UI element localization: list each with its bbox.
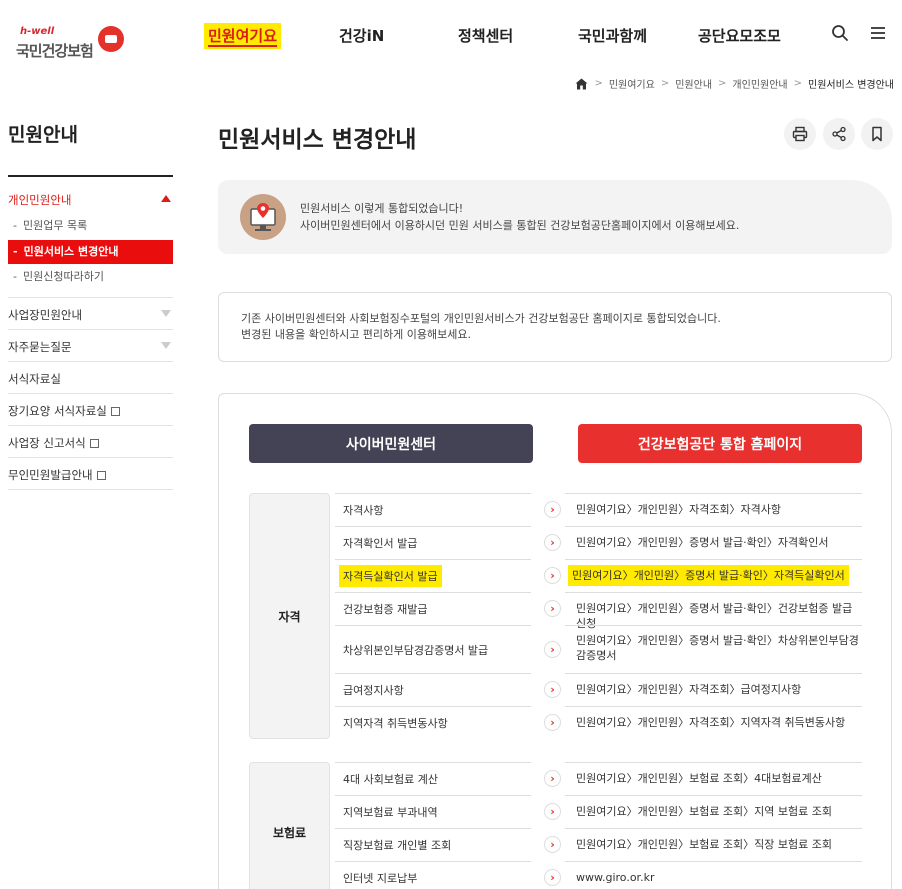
arrow-right-icon: ›: [544, 641, 561, 658]
notice-banner: 민원서비스 이렇게 통합되었습니다! 사이버민원센터에서 이용하시던 민원 서비…: [218, 180, 892, 254]
table-row: 지역자격 취득변동사항 › 민원여기요〉개인민원〉자격조회〉지역자격 취득변동사…: [335, 706, 862, 739]
service-name: 자격사항: [343, 504, 384, 517]
service-name: 자격확인서 발급: [343, 537, 418, 550]
service-name: 건강보험증 재발급: [343, 603, 428, 616]
nav-item-health-in[interactable]: 건강iN: [339, 25, 384, 51]
print-button[interactable]: [784, 118, 816, 150]
table-row: 4대 사회보험료 계산 › 민원여기요〉개인민원〉보험료 조회〉4대보험료계산: [335, 762, 862, 795]
service-name: 4대 사회보험료 계산: [343, 773, 438, 786]
logo-text: 국민건강보험: [16, 42, 94, 60]
service-path-link[interactable]: 민원여기요〉개인민원〉자격조회〉지역자격 취득변동사항: [576, 715, 860, 730]
caret-up-icon: [161, 195, 171, 202]
chevron-right-icon: >: [594, 78, 603, 89]
breadcrumb-item[interactable]: 민원여기요: [609, 76, 655, 91]
arrow-right-icon: ›: [544, 803, 561, 820]
arrow-right-icon: ›: [544, 836, 561, 853]
breadcrumb: > 민원여기요 > 민원안내 > 개인민원안내 > 민원서비스 변경안내: [575, 76, 894, 91]
service-path-link[interactable]: 민원여기요〉개인민원〉증명서 발급·확인〉자격득실확인서: [568, 565, 849, 586]
site-logo[interactable]: h-well 국민건강보험: [8, 12, 124, 60]
sidebar-item-personal-minwon[interactable]: 개인민원안내: [8, 192, 173, 214]
category-label-premium: 보험료: [249, 762, 330, 889]
search-icon[interactable]: [831, 24, 849, 42]
service-name: 자격득실확인서 발급: [339, 565, 442, 587]
table-row: 자격확인서 발급 › 민원여기요〉개인민원〉증명서 발급·확인〉자격확인서: [335, 526, 862, 559]
service-name: 급여정지사항: [343, 684, 404, 697]
logo-tagline: h-well: [20, 26, 55, 37]
table-row: 차상위본인부담경감증명서 발급 › 민원여기요〉개인민원〉증명서 발급·확인〉차…: [335, 625, 862, 673]
category-label-qualification: 자격: [249, 493, 330, 739]
arrow-right-icon: ›: [544, 534, 561, 551]
sidebar-item-forms[interactable]: 서식자료실: [8, 362, 173, 394]
sidebar-title: 민원안내: [8, 124, 78, 146]
breadcrumb-item[interactable]: 민원안내: [675, 76, 712, 91]
external-link-icon: [89, 439, 99, 448]
arrow-right-icon: ›: [544, 714, 561, 731]
sidebar-subitem-how-to-apply[interactable]: - 민원신청따라하기: [8, 265, 173, 289]
sidebar-item-business-forms[interactable]: 사업장 신고서식: [8, 426, 173, 458]
share-button[interactable]: [823, 118, 855, 150]
external-link-icon: [96, 471, 106, 480]
bookmark-icon: [872, 126, 882, 142]
sidebar-divider: [8, 290, 173, 298]
table-row: 급여정지사항 › 민원여기요〉개인민원〉자격조회〉급여정지사항: [335, 673, 862, 706]
nav-item-policy-center[interactable]: 정책센터: [458, 25, 513, 51]
notice-text: 민원서비스 이렇게 통합되었습니다! 사이버민원센터에서 이용하시던 민원 서비…: [300, 202, 740, 232]
cyber-center-button[interactable]: 사이버민원센터: [249, 424, 533, 463]
home-icon[interactable]: [575, 78, 588, 90]
service-path-link[interactable]: 민원여기요〉개인민원〉자격조회〉급여정지사항: [576, 682, 860, 697]
service-path-link[interactable]: 민원여기요〉개인민원〉보험료 조회〉지역 보험료 조회: [576, 804, 860, 819]
sidebar-divider: [8, 175, 173, 177]
nav-item-about[interactable]: 공단요모조모: [698, 25, 781, 51]
menu-icon[interactable]: [869, 24, 887, 42]
chevron-right-icon: >: [793, 78, 803, 89]
monitor-location-icon: [240, 194, 286, 240]
service-path-link[interactable]: 민원여기요〉개인민원〉증명서 발급·확인〉차상위본인부담경감증명서: [576, 633, 860, 663]
table-row: 자격득실확인서 발급 › 민원여기요〉개인민원〉증명서 발급·확인〉자격득실확인…: [335, 559, 862, 592]
external-link-icon: [110, 407, 120, 416]
caret-down-icon: [161, 342, 171, 349]
nav-item-minwon[interactable]: 민원여기요: [204, 23, 282, 49]
service-name: 차상위본인부담경감증명서 발급: [343, 644, 489, 657]
nav-item-with-public[interactable]: 국민과함께: [578, 25, 647, 51]
arrow-right-icon: ›: [544, 600, 561, 617]
table-row: 건강보험증 재발급 › 민원여기요〉개인민원〉증명서 발급·확인〉건강보험증 발…: [335, 592, 862, 630]
service-path-link[interactable]: 민원여기요〉개인민원〉증명서 발급·확인〉자격확인서: [576, 535, 860, 550]
sidebar-subitem-task-list[interactable]: - 민원업무 목록: [8, 214, 173, 238]
service-name: 지역자격 취득변동사항: [343, 717, 448, 730]
bookmark-button[interactable]: [861, 118, 893, 150]
service-path-link[interactable]: www.giro.or.kr: [576, 870, 860, 885]
service-path-link[interactable]: 민원여기요〉개인민원〉보험료 조회〉직장 보험료 조회: [576, 837, 860, 852]
sidebar-item-faq[interactable]: 자주묻는질문: [8, 330, 173, 362]
arrow-right-icon: ›: [544, 501, 561, 518]
sidebar-item-unmanned-issue[interactable]: 무인민원발급안내: [8, 458, 173, 490]
integrated-homepage-button[interactable]: 건강보험공단 통합 홈페이지: [578, 424, 862, 463]
service-path-link[interactable]: 민원여기요〉개인민원〉보험료 조회〉4대보험료계산: [576, 771, 860, 786]
page-title: 민원서비스 변경안내: [218, 127, 417, 153]
table-row: 지역보험료 부과내역 › 민원여기요〉개인민원〉보험료 조회〉지역 보험료 조회: [335, 795, 862, 828]
sidebar-item-ltc-forms[interactable]: 장기요양 서식자료실: [8, 394, 173, 426]
logo-mark-icon: [98, 26, 124, 52]
sidebar-item-business-minwon[interactable]: 사업장민원안내: [8, 298, 173, 330]
arrow-right-icon: ›: [544, 681, 561, 698]
info-box: 기존 사이버민원센터와 사회보험징수포털의 개인민원서비스가 건강보험공단 홈페…: [218, 292, 892, 362]
table-row: 직장보험료 개인별 조회 › 민원여기요〉개인민원〉보험료 조회〉직장 보험료 …: [335, 828, 862, 861]
sidebar-subitem-service-change[interactable]: - 민원서비스 변경안내: [8, 240, 173, 264]
share-icon: [832, 126, 846, 142]
arrow-right-icon: ›: [544, 567, 561, 584]
chevron-right-icon: >: [660, 78, 670, 89]
breadcrumb-item[interactable]: 개인민원안내: [732, 76, 787, 91]
arrow-right-icon: ›: [544, 770, 561, 787]
caret-down-icon: [161, 310, 171, 317]
service-name: 인터넷 지로납부: [343, 872, 418, 885]
service-path-link[interactable]: 민원여기요〉개인민원〉자격조회〉자격사항: [576, 502, 860, 517]
print-icon: [792, 126, 808, 142]
service-name: 직장보험료 개인별 조회: [343, 839, 452, 852]
table-row: 인터넷 지로납부 › www.giro.or.kr: [335, 861, 862, 889]
breadcrumb-current: 민원서비스 변경안내: [808, 80, 894, 91]
service-name: 지역보험료 부과내역: [343, 806, 438, 819]
chevron-right-icon: >: [718, 78, 727, 89]
table-row: 자격사항 › 민원여기요〉개인민원〉자격조회〉자격사항: [335, 493, 862, 526]
arrow-right-icon: ›: [544, 869, 561, 886]
